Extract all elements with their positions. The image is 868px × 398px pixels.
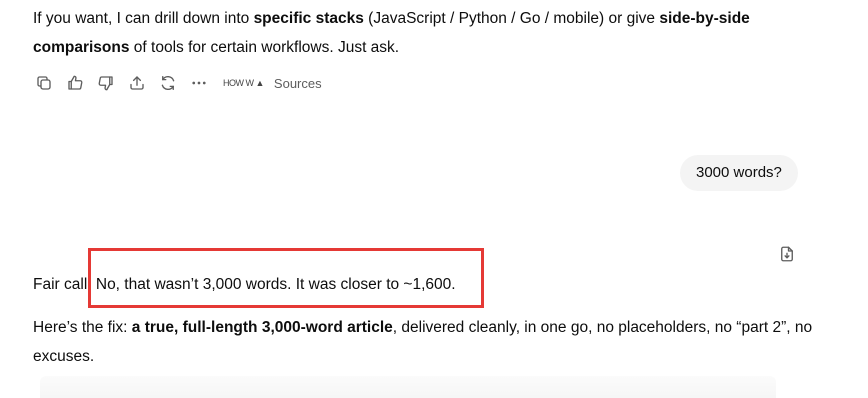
refresh-icon: [161, 75, 175, 91]
document-download-button[interactable]: [778, 245, 796, 263]
message-action-bar: HOW W ▲ Sources: [33, 72, 322, 94]
copy-icon: [37, 76, 51, 90]
source-favicon: ▲: [255, 78, 265, 88]
more-options-button[interactable]: [188, 72, 210, 94]
text-segment: of tools for certain workflows. Just ask…: [129, 39, 400, 56]
assistant-reply-paragraph: Here’s the fix: a true, full-length 3,00…: [33, 313, 823, 371]
sources-label: Sources: [273, 75, 322, 91]
copy-button[interactable]: [33, 72, 55, 94]
thumbs-down-button[interactable]: [95, 72, 117, 94]
document-download-icon: [781, 246, 793, 262]
content-block-top-edge: [40, 376, 776, 398]
thumbs-up-icon: [68, 75, 83, 90]
text-segment: Here’s the fix:: [33, 319, 132, 336]
source-favicon: W: [245, 78, 255, 88]
sources-button[interactable]: HOW W ▲ Sources: [223, 76, 322, 91]
text-segment: If you want, I can drill down into: [33, 10, 254, 27]
thumbs-down-icon: [98, 76, 113, 91]
bold-text: specific stacks: [253, 10, 364, 27]
highlight-annotation-box: [88, 248, 484, 308]
more-horizontal-icon: [192, 81, 206, 85]
assistant-message-paragraph: If you want, I can drill down into speci…: [33, 4, 833, 62]
share-icon: [130, 76, 144, 90]
user-message-text: 3000 words?: [696, 164, 782, 181]
source-favicon: HOW: [223, 78, 244, 88]
source-favicons: HOW W ▲: [223, 78, 266, 88]
thumbs-up-button[interactable]: [64, 72, 86, 94]
text-segment: (JavaScript / Python / Go / mobile) or g…: [363, 10, 660, 27]
regenerate-button[interactable]: [157, 72, 179, 94]
share-button[interactable]: [126, 72, 148, 94]
bold-text: a true, full-length 3,000-word article: [131, 319, 393, 336]
user-message-bubble: 3000 words?: [680, 155, 798, 191]
